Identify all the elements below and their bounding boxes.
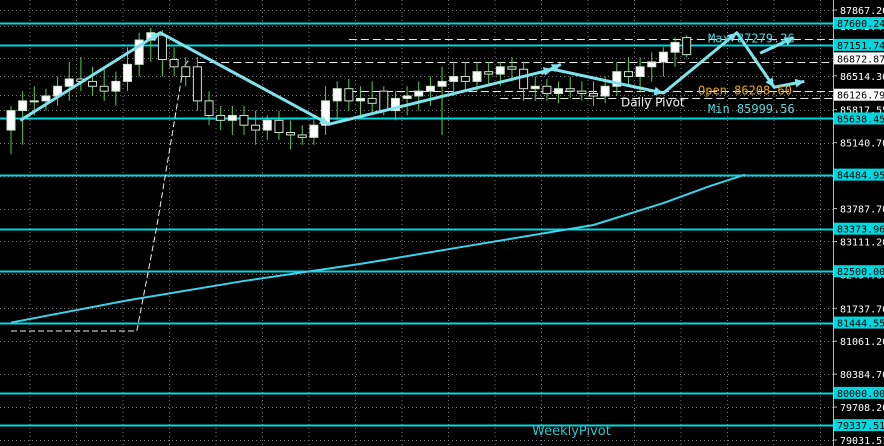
- candle-body: [29, 100, 39, 103]
- candle-body: [227, 114, 237, 121]
- candle-body: [495, 66, 505, 75]
- candle-body: [367, 97, 377, 104]
- min-annotation: Min 85999.56: [708, 102, 795, 116]
- level-price-label: 81444.55: [837, 319, 884, 330]
- level-price-label: 84484.95: [837, 171, 884, 182]
- candle-body: [635, 66, 645, 78]
- candle-body: [181, 66, 191, 78]
- candle-body: [414, 90, 424, 97]
- axis-tick-label: 85140.70: [840, 139, 884, 150]
- candle-body: [647, 61, 657, 68]
- candle-body: [542, 85, 552, 95]
- candle-body: [88, 80, 98, 87]
- candle-body: [239, 114, 249, 126]
- current-price-label: 86872.87: [837, 54, 884, 65]
- level-price-label: 79337.51: [837, 421, 884, 432]
- axis-tick-label: 81061.20: [840, 337, 884, 348]
- daily-pivot-label: Daily Pivot: [621, 96, 685, 110]
- pivot-price-label: 86126.79: [837, 91, 884, 102]
- level-price-label: 87151.74: [837, 41, 884, 52]
- candle-body: [402, 95, 412, 99]
- candle-body: [658, 51, 668, 63]
- axis-tick-label: 80384.70: [840, 370, 884, 381]
- candle-body: [169, 59, 179, 68]
- axis-tick-label: 87867.20: [840, 6, 884, 17]
- open-annotation: Open 86208.60: [698, 84, 792, 98]
- candle-body: [123, 63, 132, 82]
- candle-body: [262, 119, 272, 131]
- axis-tick-label: 81737.70: [840, 304, 884, 315]
- candle-body: [18, 100, 28, 112]
- weekly-pivot-label: WeeklyPivot: [532, 424, 611, 439]
- candle-body: [670, 41, 680, 53]
- axis-tick-label: 83111.20: [840, 237, 884, 248]
- candle-body: [507, 66, 517, 70]
- candle-body: [99, 85, 109, 92]
- candle-body: [251, 124, 261, 131]
- max-annotation: Max 87279.26: [708, 32, 795, 46]
- candle-body: [309, 124, 319, 138]
- candle-body: [449, 76, 459, 82]
- candle-body: [530, 85, 540, 90]
- candle-body: [600, 85, 610, 97]
- axis-tick-label: 79031.51: [840, 436, 884, 446]
- candle-body: [192, 66, 202, 102]
- axis-tick-label: 83787.70: [840, 205, 884, 216]
- candle-body: [64, 78, 74, 87]
- candle-body: [379, 90, 389, 112]
- candle-body: [6, 110, 16, 131]
- candle-body: [297, 134, 307, 138]
- candle-body: [204, 100, 214, 116]
- axis-tick-label: 79708.20: [840, 403, 884, 414]
- candle-body: [425, 85, 435, 92]
- candle-body: [437, 80, 447, 87]
- candle-body: [577, 90, 587, 95]
- price-chart[interactable]: 87867.2087543.4486872.8786514.3686126.79…: [0, 0, 884, 446]
- candle-body: [460, 76, 470, 82]
- candle-body: [286, 132, 296, 136]
- candle-body: [344, 88, 354, 102]
- candle-body: [589, 93, 598, 97]
- candle-body: [157, 34, 167, 61]
- level-price-label: 87600.24: [837, 19, 884, 30]
- level-price-label: 80000.00: [837, 389, 884, 400]
- candle-body: [41, 95, 51, 102]
- candle-body: [554, 88, 564, 95]
- candle-body: [356, 97, 365, 102]
- candle-body: [623, 71, 633, 78]
- candle-body: [216, 114, 226, 121]
- candle-body: [519, 68, 529, 90]
- level-price-label: 83373.96: [837, 225, 884, 236]
- candle-body: [472, 71, 482, 82]
- candle-body: [274, 119, 284, 134]
- axis-tick-label: 86514.36: [840, 72, 884, 83]
- candle-body: [332, 88, 342, 102]
- level-price-label: 82500.00: [837, 267, 884, 278]
- candle-body: [682, 37, 692, 56]
- level-price-label: 85638.45: [837, 114, 884, 125]
- candle-body: [111, 80, 121, 92]
- candle-body: [484, 71, 494, 75]
- candle: [682, 35, 692, 58]
- candle-body: [565, 88, 575, 92]
